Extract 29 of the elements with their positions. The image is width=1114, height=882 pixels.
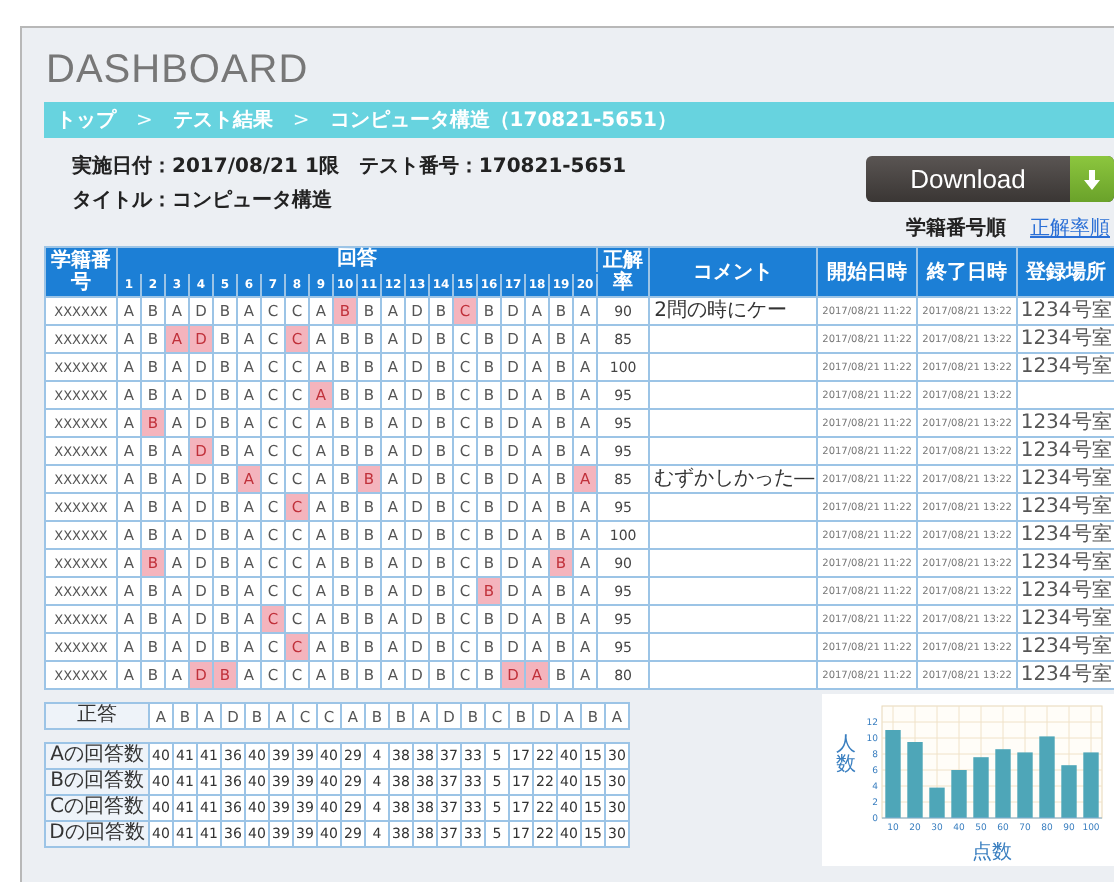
page-title: DASHBOARD xyxy=(44,46,311,96)
column-header: 開始日時 xyxy=(817,247,918,297)
download-button[interactable]: Download xyxy=(866,156,1114,202)
bar xyxy=(1039,736,1055,818)
column-header: 学籍番号 xyxy=(45,247,117,297)
bar xyxy=(951,770,967,818)
column-header: 回答 xyxy=(117,247,598,273)
sort-link[interactable]: 正解率順 xyxy=(1030,218,1110,242)
test-info: タイトル：コンピュータ構造 xyxy=(72,188,334,214)
x-axis-label: 点数 xyxy=(972,842,1012,864)
comment-cell: 2問の時にケー xyxy=(649,297,818,325)
test-info: 実施日付：2017/08/21 1限 テスト番号：170821-5651 xyxy=(72,154,627,180)
bar xyxy=(995,749,1011,818)
bar xyxy=(907,742,923,818)
bar xyxy=(885,730,901,818)
breadcrumb-separator: > xyxy=(292,109,310,131)
bar xyxy=(1061,765,1077,818)
column-header: 登録場所 xyxy=(1017,247,1114,297)
column-header: 終了日時 xyxy=(917,247,1018,297)
column-header: コメント xyxy=(649,247,818,297)
bar xyxy=(1083,752,1099,818)
sort-link[interactable]: 学籍番号順 xyxy=(906,218,1006,242)
breadcrumb-separator: > xyxy=(136,109,153,131)
bar xyxy=(1017,752,1033,818)
y-axis-label: 人数 xyxy=(836,734,856,776)
download-arrow-icon xyxy=(1084,169,1100,189)
comment-cell: むずかしかった― xyxy=(649,465,818,493)
column-header: 正解率 xyxy=(597,247,650,297)
bar xyxy=(973,757,989,818)
